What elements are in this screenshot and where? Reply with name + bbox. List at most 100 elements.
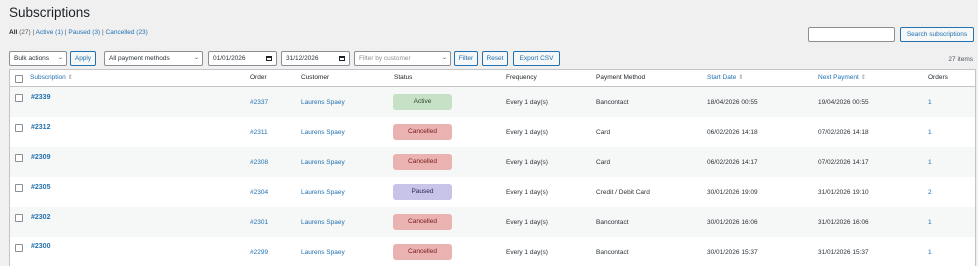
chevron-down-icon: ⌄ xyxy=(57,55,63,61)
chevron-down-icon: ⌄ xyxy=(441,55,447,61)
status-badge: Paused xyxy=(393,184,452,200)
column-frequency: Frequency xyxy=(506,74,537,81)
reset-button[interactable]: Reset xyxy=(482,51,508,66)
filter-active-link[interactable]: Active (1) xyxy=(36,29,63,36)
order-link[interactable]: #2299 xyxy=(250,249,268,256)
payment-method-text: Bancontact xyxy=(596,99,629,106)
customer-link[interactable]: Laurens Spaey xyxy=(301,99,345,106)
start-date-text: 18/04/2026 00:55 xyxy=(707,99,758,106)
date-to-input[interactable]: 31/12/2026 xyxy=(281,51,350,66)
subscription-id-link[interactable]: #2305 xyxy=(31,184,50,191)
order-link[interactable]: #2304 xyxy=(250,189,268,196)
frequency-text: Every 1 day(s) xyxy=(506,249,548,256)
row-checkbox[interactable] xyxy=(15,124,23,132)
status-filter-links: All (27) | Active (1) | Paused (3) | Can… xyxy=(9,29,148,36)
next-payment-text: 07/02/2026 14:17 xyxy=(818,159,869,166)
table-row: #2302 #2301 Laurens Spaey Cancelled Ever… xyxy=(10,207,975,237)
search-subscriptions-button[interactable]: Search subscriptions xyxy=(900,27,974,42)
customer-link[interactable]: Laurens Spaey xyxy=(301,189,345,196)
select-all-checkbox[interactable] xyxy=(15,75,23,83)
subscriptions-table: Subscription ⇕ Order Customer Status Freq… xyxy=(9,69,976,266)
order-link[interactable]: #2308 xyxy=(250,159,268,166)
customer-link[interactable]: Laurens Spaey xyxy=(301,249,345,256)
row-checkbox[interactable] xyxy=(15,154,23,162)
order-link[interactable]: #2311 xyxy=(250,129,268,136)
subscription-id-link[interactable]: #2339 xyxy=(31,94,50,101)
column-orders: Orders xyxy=(928,74,948,81)
start-date-text: 06/02/2026 14:18 xyxy=(707,129,758,136)
orders-count-link[interactable]: 1 xyxy=(928,99,932,106)
subscription-id-link[interactable]: #2300 xyxy=(31,243,50,250)
table-row: #2305 #2304 Laurens Spaey Paused Every 1… xyxy=(10,177,975,207)
calendar-icon xyxy=(339,56,345,61)
status-badge: Active xyxy=(393,94,452,110)
sort-icon: ⇕ xyxy=(860,75,866,81)
calendar-icon xyxy=(266,56,272,61)
frequency-text: Every 1 day(s) xyxy=(506,159,548,166)
column-customer: Customer xyxy=(301,74,330,81)
column-order: Order xyxy=(250,74,267,81)
row-checkbox[interactable] xyxy=(15,214,23,222)
payment-method-text: Card xyxy=(596,129,611,136)
customer-link[interactable]: Laurens Spaey xyxy=(301,159,345,166)
bulk-actions-select[interactable]: Bulk actions ⌄ xyxy=(9,51,67,66)
table-row: #2309 #2308 Laurens Spaey Cancelled Ever… xyxy=(10,147,975,177)
customer-filter-select[interactable]: Filter by customer ⌄ xyxy=(354,51,451,66)
sort-icon: ⇕ xyxy=(67,75,73,81)
filter-cancelled-link[interactable]: Cancelled (23) xyxy=(106,29,148,36)
apply-button[interactable]: Apply xyxy=(70,51,96,66)
filter-all-link[interactable]: All (27) xyxy=(9,29,31,36)
payment-method-text: Credit / Debit Card xyxy=(596,189,650,196)
search-input[interactable] xyxy=(808,27,895,42)
frequency-text: Every 1 day(s) xyxy=(506,189,548,196)
customer-link[interactable]: Laurens Spaey xyxy=(301,219,345,226)
orders-count-link[interactable]: 1 xyxy=(928,219,932,226)
next-payment-text: 07/02/2026 14:18 xyxy=(818,129,869,136)
payment-methods-select[interactable]: All payment methods ⌄ xyxy=(104,51,203,66)
start-date-text: 06/02/2026 14:17 xyxy=(707,159,758,166)
payment-method-text: Bancontact xyxy=(596,249,629,256)
filter-button[interactable]: Filter xyxy=(454,51,478,66)
order-link[interactable]: #2301 xyxy=(250,219,268,226)
export-csv-button[interactable]: Export CSV xyxy=(513,51,560,66)
row-checkbox[interactable] xyxy=(15,94,23,102)
table-row: #2339 #2337 Laurens Spaey Active Every 1… xyxy=(10,87,975,117)
date-from-input[interactable]: 01/01/2026 xyxy=(208,51,277,66)
payment-method-text: Bancontact xyxy=(596,219,629,226)
next-payment-text: 31/01/2026 19:10 xyxy=(818,189,869,196)
orders-count-link[interactable]: 2 xyxy=(928,189,932,196)
sort-icon: ⇕ xyxy=(738,75,744,81)
customer-link[interactable]: Laurens Spaey xyxy=(301,129,345,136)
row-checkbox[interactable] xyxy=(15,244,23,252)
orders-count-link[interactable]: 1 xyxy=(928,249,932,256)
row-checkbox[interactable] xyxy=(15,184,23,192)
subscription-id-link[interactable]: #2302 xyxy=(31,214,50,221)
start-date-text: 30/01/2026 16:06 xyxy=(707,219,758,226)
column-status: Status xyxy=(394,74,413,81)
status-badge: Cancelled xyxy=(393,154,452,170)
start-date-text: 30/01/2026 15:37 xyxy=(707,249,758,256)
table-row: #2300 #2299 Laurens Spaey Cancelled Ever… xyxy=(10,237,975,266)
subscription-id-link[interactable]: #2309 xyxy=(31,154,50,161)
items-count: 27 items xyxy=(948,56,973,63)
subscription-id-link[interactable]: #2312 xyxy=(31,124,50,131)
status-badge: Cancelled xyxy=(393,214,452,230)
start-date-text: 30/01/2026 19:09 xyxy=(707,189,758,196)
status-badge: Cancelled xyxy=(393,244,452,260)
payment-method-text: Card xyxy=(596,159,611,166)
chevron-down-icon: ⌄ xyxy=(193,55,199,61)
status-badge: Cancelled xyxy=(393,124,452,140)
page-title: Subscriptions xyxy=(9,5,91,20)
next-payment-text: 31/01/2026 15:37 xyxy=(818,249,869,256)
table-row: #2312 #2311 Laurens Spaey Cancelled Ever… xyxy=(10,117,975,147)
filter-paused-link[interactable]: Paused (3) xyxy=(68,29,100,36)
column-next-payment[interactable]: Next Payment ⇕ xyxy=(818,74,866,81)
column-start-date[interactable]: Start Date ⇕ xyxy=(707,74,743,81)
order-link[interactable]: #2337 xyxy=(250,99,268,106)
next-payment-text: 19/04/2026 00:55 xyxy=(818,99,869,106)
orders-count-link[interactable]: 1 xyxy=(928,159,932,166)
frequency-text: Every 1 day(s) xyxy=(506,219,548,226)
column-subscription[interactable]: Subscription ⇕ xyxy=(30,74,73,81)
orders-count-link[interactable]: 1 xyxy=(928,129,932,136)
column-payment-method: Payment Method xyxy=(596,74,646,81)
